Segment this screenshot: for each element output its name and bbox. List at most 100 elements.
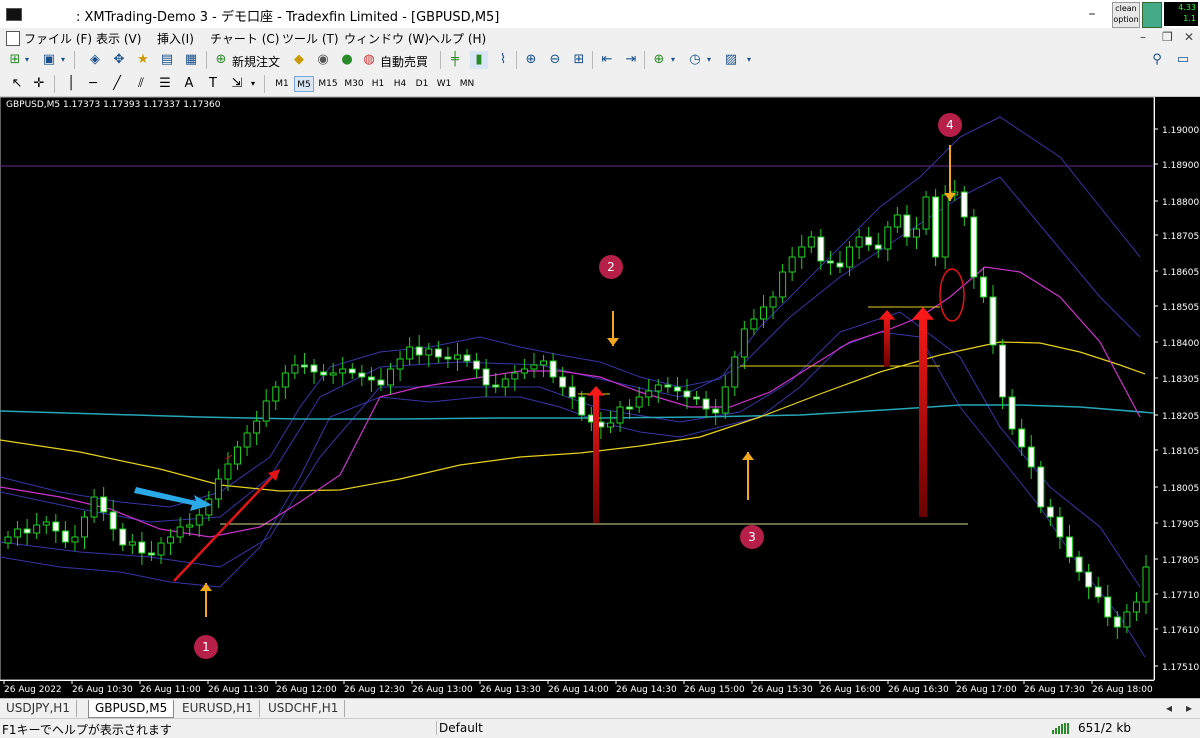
zoom-out-icon[interactable]: ⊖ [546, 51, 564, 69]
new-order-button[interactable]: 新規注文 [232, 53, 280, 70]
market-watch-icon[interactable]: ◈ [86, 51, 104, 69]
candle-body [884, 226, 892, 250]
text-label-icon[interactable]: T [204, 75, 222, 93]
status-profile[interactable]: Default [436, 721, 483, 735]
menu-window[interactable]: ウィンドウ (W) [344, 30, 429, 47]
candle-body [52, 521, 60, 532]
trendline-icon[interactable]: ╱ [108, 75, 126, 93]
candle-body [253, 420, 261, 434]
price-chart[interactable]: 1.19000 1.18900 1.18800 1.18705 1.18605 1.185… [0, 97, 1200, 698]
candle-body [759, 306, 767, 320]
candle-body [769, 296, 777, 308]
timeframe-m15[interactable]: M15 [316, 76, 340, 92]
tab-gbpusd-m5[interactable]: GBPUSD,M5 [88, 700, 175, 718]
mdi-minimize-icon[interactable]: – [1140, 30, 1146, 44]
candlestick-icon[interactable]: ▮ [470, 51, 488, 69]
mdi-restore-icon[interactable]: ❐ [1162, 30, 1173, 44]
line-chart-icon[interactable]: ⌇ [494, 51, 512, 69]
timeframe-d1[interactable]: D1 [412, 76, 432, 92]
new-order-icon[interactable]: ⊕ [212, 51, 230, 69]
tab-eurusd-h1[interactable]: EURUSD,H1 [176, 700, 260, 717]
candle-body [157, 542, 165, 556]
tab-scroll-right-icon[interactable]: ▸ [1180, 700, 1198, 717]
chevron-down-icon[interactable]: ▾ [704, 51, 714, 69]
candle-body [989, 296, 997, 346]
price-tick-label: 1.17805 [1162, 556, 1199, 566]
indicators-icon[interactable]: ⊕ [650, 51, 668, 69]
time-tick-label: 26 Aug 2022 [4, 685, 62, 695]
market-icon[interactable]: ● [338, 51, 356, 69]
price-tick-label: 1.18305 [1162, 375, 1199, 385]
toolbar-separator [440, 51, 441, 69]
arrows-icon[interactable]: ⇲ [228, 75, 246, 93]
profiles-icon[interactable]: ▣ [40, 51, 58, 69]
timeframe-mn[interactable]: MN [456, 76, 478, 92]
menu-view[interactable]: 表示 (V) [96, 30, 141, 47]
chat-icon[interactable]: ▭ [1174, 51, 1192, 69]
crosshair-icon[interactable]: ✛ [30, 75, 48, 93]
timeframe-h4[interactable]: H4 [390, 76, 410, 92]
cursor-icon[interactable]: ↖ [8, 75, 26, 93]
strategy-tester-icon[interactable]: ▦ [182, 51, 200, 69]
tab-usdchf-h1[interactable]: USDCHF,H1 [262, 700, 346, 717]
chevron-down-icon[interactable]: ▾ [668, 51, 678, 69]
candle-body [377, 379, 385, 386]
menu-file[interactable]: ファイル (F) [24, 30, 92, 47]
timeframe-m1[interactable]: M1 [272, 76, 292, 92]
periods-icon[interactable]: ◷ [686, 51, 704, 69]
metaeditor-icon[interactable]: ◆ [290, 51, 308, 69]
menu-tools[interactable]: ツール (T) [282, 30, 339, 47]
candle-body [979, 276, 987, 298]
zoom-in-icon[interactable]: ⊕ [522, 51, 540, 69]
tile-windows-icon[interactable]: ⊞ [570, 51, 588, 69]
search-icon[interactable]: ⚲ [1148, 51, 1166, 69]
autotrading-button[interactable]: 自動売買 [380, 53, 428, 70]
signals-icon[interactable]: ◉ [314, 51, 332, 69]
candle-body [750, 318, 758, 330]
timeframe-m30[interactable]: M30 [342, 76, 366, 92]
templates-icon[interactable]: ▨ [722, 51, 740, 69]
time-tick-label: 26 Aug 14:00 [548, 685, 609, 695]
arrow-up-1-head [200, 583, 212, 591]
chevron-down-icon[interactable]: ▾ [744, 51, 754, 69]
chart-shift-icon[interactable]: ⇤ [598, 51, 616, 69]
toolbar-separator [206, 51, 207, 69]
candle-body [1142, 566, 1150, 603]
tab-usdjpy-h1[interactable]: USDJPY,H1 [0, 700, 77, 717]
candle-body [1037, 466, 1045, 508]
chevron-down-icon[interactable]: ▾ [58, 51, 68, 69]
menu-help[interactable]: ヘルプ (H) [428, 30, 486, 47]
candle-body [33, 524, 41, 534]
time-tick-label: 26 Aug 11:30 [208, 685, 269, 695]
text-icon[interactable]: A [180, 75, 198, 93]
candle-body [300, 364, 308, 368]
minimize-icon[interactable]: – [1076, 4, 1108, 24]
fibonacci-icon[interactable]: ☰ [156, 75, 174, 93]
menu-insert[interactable]: 挿入(I) [157, 30, 194, 47]
clean-option-badge[interactable]: clean option 4.33 1.1 [1112, 2, 1198, 28]
candle-body [683, 390, 691, 398]
timeframe-w1[interactable]: W1 [434, 76, 454, 92]
channel-icon[interactable]: ⫽ [132, 75, 150, 93]
candle-body [826, 260, 834, 264]
candle-body [176, 526, 184, 538]
bar-chart-icon[interactable]: ╪ [446, 51, 464, 69]
chevron-down-icon[interactable]: ▾ [22, 51, 32, 69]
chart-window-icon[interactable] [6, 31, 20, 46]
terminal-icon[interactable]: ▤ [158, 51, 176, 69]
chart-canvas[interactable]: 1.19000 1.18900 1.18800 1.18705 1.18605 1.185… [0, 97, 1200, 698]
autotrading-icon[interactable]: ◍ [360, 51, 378, 69]
chevron-down-icon[interactable]: ▾ [248, 75, 258, 93]
bollinger-band-line [0, 116, 1141, 508]
menu-chart[interactable]: チャート (C) [210, 30, 279, 47]
data-window-icon[interactable]: ✥ [110, 51, 128, 69]
candle-body [492, 384, 500, 388]
mdi-close-icon[interactable]: ✕ [1184, 30, 1194, 44]
timeframe-m5[interactable]: M5 [294, 76, 314, 92]
horizontal-line-icon[interactable]: ─ [84, 75, 102, 93]
timeframe-h1[interactable]: H1 [368, 76, 388, 92]
navigator-icon[interactable]: ★ [134, 51, 152, 69]
tab-scroll-left-icon[interactable]: ◂ [1160, 700, 1178, 717]
vertical-line-icon[interactable]: │ [62, 75, 80, 93]
autoscroll-icon[interactable]: ⇥ [622, 51, 640, 69]
